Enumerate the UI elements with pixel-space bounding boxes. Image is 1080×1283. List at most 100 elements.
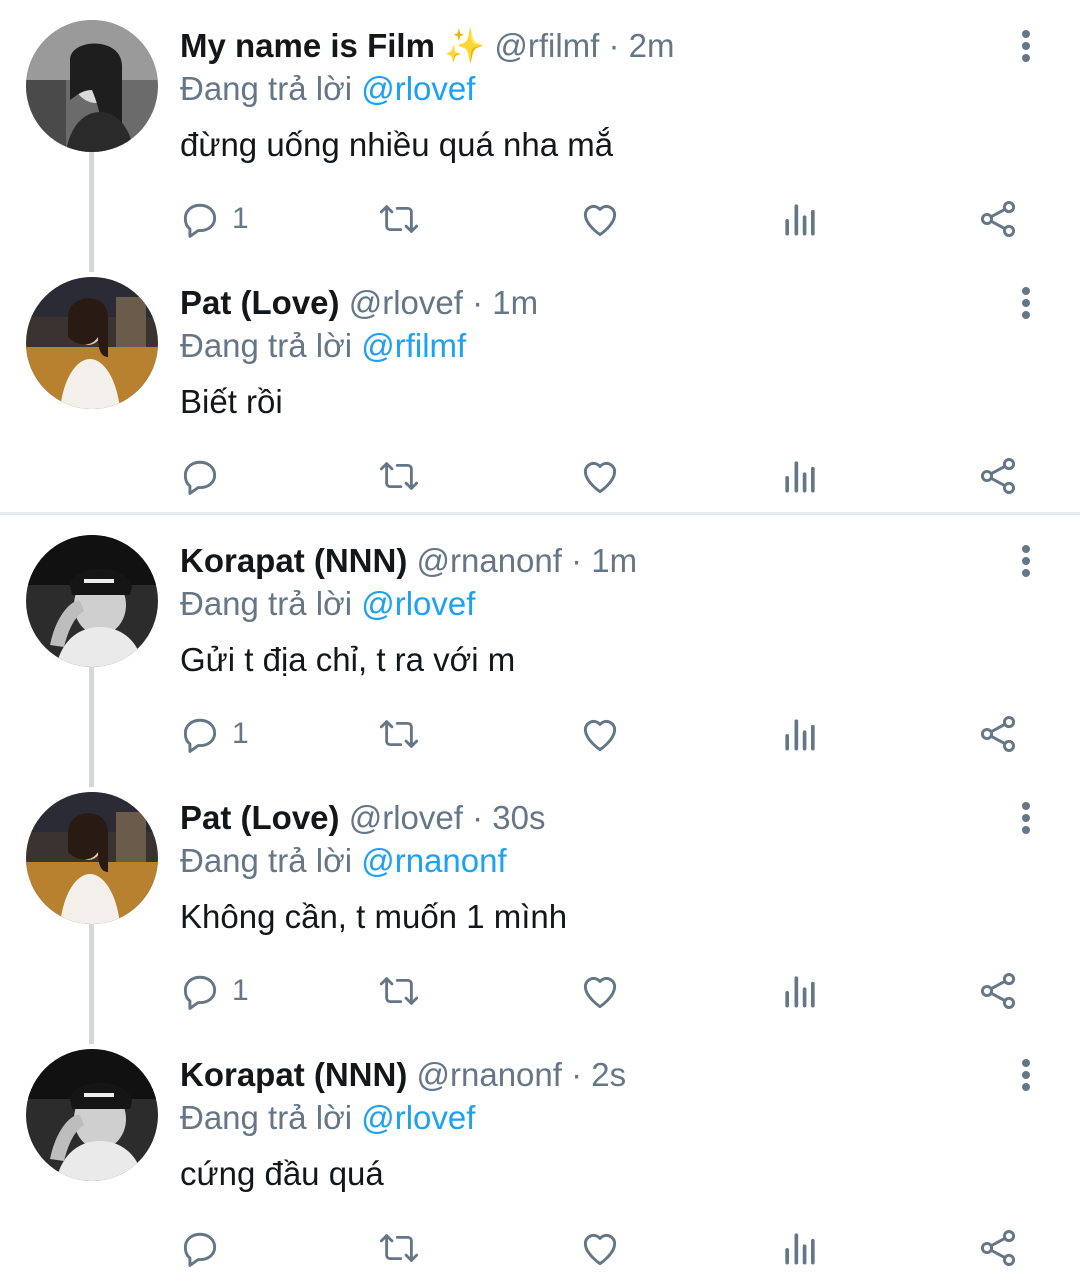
thread-connector: [89, 924, 94, 1044]
analytics-icon: [785, 461, 815, 493]
retweet-icon: [379, 720, 419, 748]
timestamp[interactable]: · 1m: [571, 542, 637, 579]
analytics-button[interactable]: [778, 452, 822, 500]
heart-icon: [583, 719, 617, 752]
reply-icon: [183, 975, 217, 1010]
reply-button[interactable]: 1: [178, 967, 249, 1015]
tweet-header: Pat (Love) @rlovef · 1m: [180, 283, 538, 323]
avatar[interactable]: [26, 20, 158, 152]
tweet-header: My name is Film ✨ @rfilmf · 2m: [180, 26, 675, 66]
tweet-header: Korapat (NNN) @rnanonf · 2s: [180, 1055, 626, 1095]
handle[interactable]: @rlovef: [349, 799, 463, 836]
avatar[interactable]: [26, 535, 158, 667]
display-name[interactable]: Korapat (NNN): [180, 542, 407, 579]
heart-icon: [583, 204, 617, 237]
analytics-button[interactable]: [778, 710, 822, 758]
tweet-text: Biết rồi: [180, 383, 283, 420]
retweet-icon: [379, 977, 419, 1005]
replying-to: Đang trả lời @rfilmf: [180, 326, 466, 366]
replying-to-label: Đang trả lời: [180, 585, 353, 622]
replying-to: Đang trả lời @rnanonf: [180, 841, 507, 881]
reply-icon: [183, 203, 217, 238]
avatar[interactable]: [26, 792, 158, 924]
sparkles-emoji: ✨: [434, 27, 486, 64]
replying-to-mention[interactable]: @rlovef: [361, 585, 475, 622]
more-vertical-icon[interactable]: [1010, 798, 1042, 838]
replying-to-label: Đang trả lời: [180, 842, 353, 879]
share-button[interactable]: [976, 967, 1020, 1015]
replying-to-mention[interactable]: @rlovef: [361, 70, 475, 107]
reply-icon: [183, 460, 217, 495]
timestamp[interactable]: · 30s: [472, 799, 545, 836]
more-vertical-icon[interactable]: [1010, 26, 1042, 66]
like-button[interactable]: [578, 452, 622, 500]
reply-icon: [183, 1232, 217, 1267]
analytics-button[interactable]: [778, 967, 822, 1015]
tweet-actions: 1: [178, 710, 1038, 758]
retweet-icon: [379, 205, 419, 233]
reply-button[interactable]: [178, 1224, 232, 1272]
retweet-button[interactable]: [376, 710, 422, 758]
like-button[interactable]: [578, 967, 622, 1015]
tweet-actions: 1: [178, 195, 1038, 243]
analytics-button[interactable]: [778, 195, 822, 243]
thread-connector: [89, 667, 94, 787]
share-icon: [980, 1230, 1016, 1266]
tweet-actions: [178, 1224, 1038, 1272]
display-name[interactable]: Pat (Love): [180, 799, 340, 836]
like-button[interactable]: [578, 195, 622, 243]
replying-to: Đang trả lời @rlovef: [180, 1098, 475, 1138]
like-button[interactable]: [578, 1224, 622, 1272]
retweet-icon: [379, 462, 419, 490]
analytics-icon: [785, 976, 815, 1008]
tweet-text: đừng uống nhiều quá nha mắ: [180, 126, 614, 163]
timestamp[interactable]: · 1m: [472, 284, 538, 321]
analytics-button[interactable]: [778, 1224, 822, 1272]
share-button[interactable]: [976, 452, 1020, 500]
replying-to-mention[interactable]: @rnanonf: [361, 842, 506, 879]
tweet-text: Gửi t địa chỉ, t ra với m: [180, 641, 516, 678]
replying-to-label: Đang trả lời: [180, 70, 353, 107]
timestamp[interactable]: · 2m: [609, 27, 675, 64]
reply-count: 1: [232, 974, 249, 1007]
share-icon: [980, 716, 1016, 752]
retweet-button[interactable]: [376, 1224, 422, 1272]
reply-count: 1: [232, 717, 249, 750]
tweet-text: Không cần, t muốn 1 mình: [180, 898, 568, 935]
retweet-button[interactable]: [376, 195, 422, 243]
timestamp[interactable]: · 2s: [571, 1056, 626, 1093]
avatar[interactable]: [26, 1049, 158, 1181]
reply-count: 1: [232, 202, 249, 235]
share-button[interactable]: [976, 195, 1020, 243]
reply-button[interactable]: 1: [178, 710, 249, 758]
avatar[interactable]: [26, 277, 158, 409]
replying-to-mention[interactable]: @rlovef: [361, 1099, 475, 1136]
share-button[interactable]: [976, 710, 1020, 758]
thread-connector: [89, 152, 94, 272]
display-name[interactable]: Korapat (NNN): [180, 1056, 407, 1093]
retweet-button[interactable]: [376, 452, 422, 500]
analytics-icon: [785, 204, 815, 236]
display-name[interactable]: Pat (Love): [180, 284, 340, 321]
more-vertical-icon[interactable]: [1010, 1055, 1042, 1095]
handle[interactable]: @rnanonf: [417, 542, 562, 579]
replying-to-label: Đang trả lời: [180, 1099, 353, 1136]
heart-icon: [583, 461, 617, 494]
reply-button[interactable]: [178, 452, 232, 500]
more-vertical-icon[interactable]: [1010, 541, 1042, 581]
handle[interactable]: @rlovef: [349, 284, 463, 321]
more-vertical-icon[interactable]: [1010, 283, 1042, 323]
like-button[interactable]: [578, 710, 622, 758]
conversation-divider: [0, 512, 1080, 515]
retweet-button[interactable]: [376, 967, 422, 1015]
replying-to-mention[interactable]: @rfilmf: [361, 327, 466, 364]
handle[interactable]: @rfilmf: [494, 27, 599, 64]
retweet-icon: [379, 1234, 419, 1262]
display-name[interactable]: My name is Film: [180, 27, 435, 64]
handle[interactable]: @rnanonf: [417, 1056, 562, 1093]
tweet-text: cứng đầu quá: [180, 1155, 384, 1192]
reply-button[interactable]: 1: [178, 195, 249, 243]
heart-icon: [583, 976, 617, 1009]
heart-icon: [583, 1233, 617, 1266]
share-button[interactable]: [976, 1224, 1020, 1272]
